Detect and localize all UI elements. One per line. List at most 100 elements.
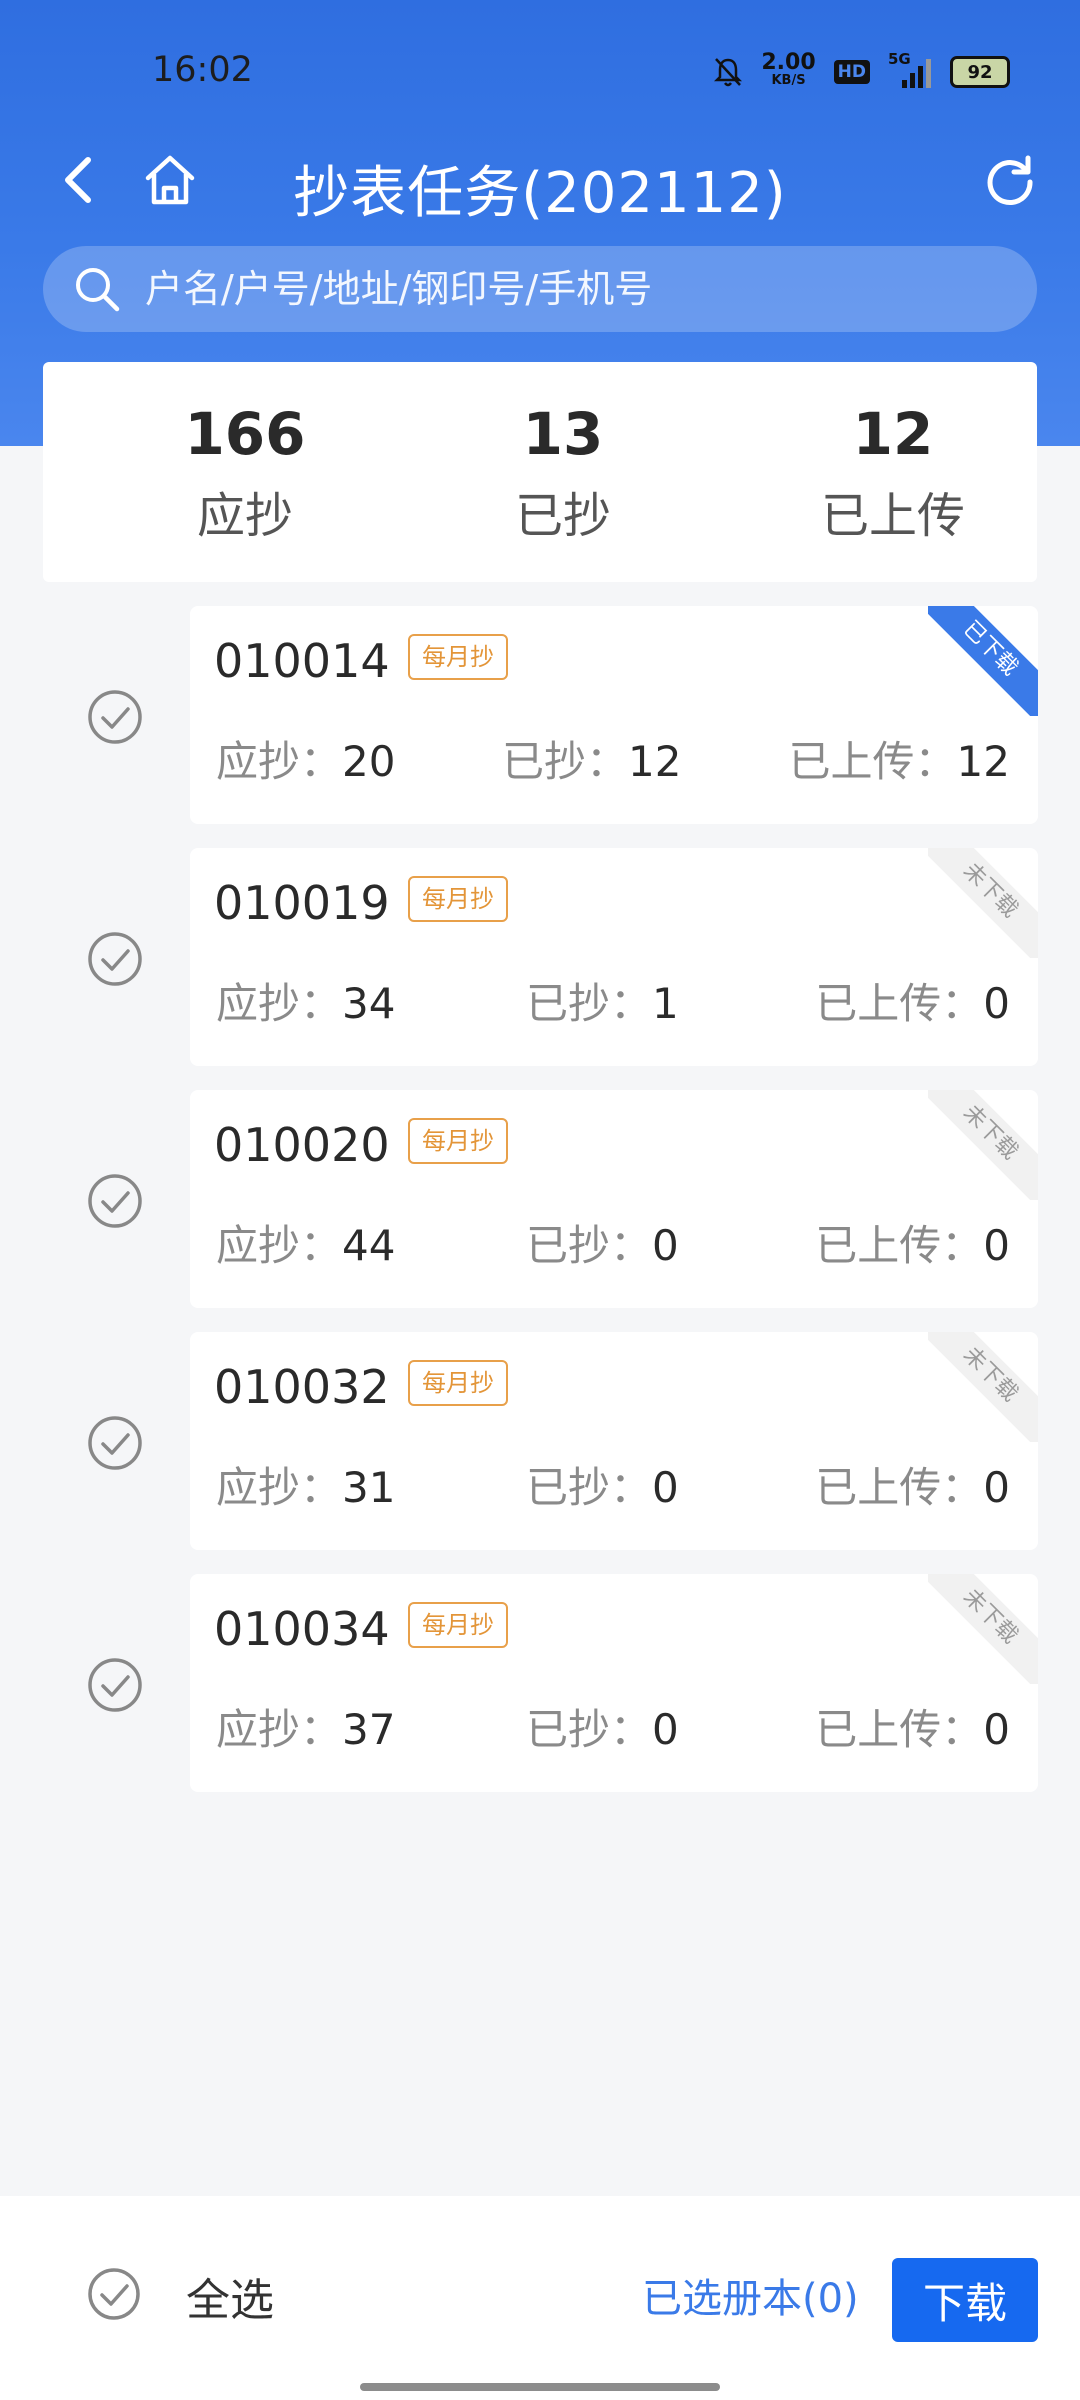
stat-label: 已抄： xyxy=(526,1221,653,1270)
book-card[interactable]: 010014 每月抄 应抄：20 已抄：12 已上传：12 已下载 xyxy=(190,606,1038,824)
summary-panel: 166 应抄 13 已抄 12 已上传 xyxy=(43,362,1037,582)
search-bar[interactable] xyxy=(43,246,1037,332)
list-item[interactable]: 010034 每月抄 应抄：37 已抄：0 已上传：0 未下载 xyxy=(0,1574,1080,1792)
download-status-text: 未下载 xyxy=(928,1332,1038,1442)
summary-should-read: 166 应抄 xyxy=(145,404,345,546)
check-circle-icon[interactable] xyxy=(86,930,144,988)
stat-should-read: 应抄：31 xyxy=(216,1454,395,1515)
mute-bell-icon xyxy=(714,58,743,87)
select-all-label[interactable]: 全选 xyxy=(186,2264,274,2328)
list-item[interactable]: 010019 每月抄 应抄：34 已抄：1 已上传：0 未下载 xyxy=(0,848,1080,1066)
stat-uploaded: 已上传：0 xyxy=(815,1454,1010,1515)
select-all-check-icon[interactable] xyxy=(86,2266,142,2322)
stat-label: 已抄： xyxy=(526,1705,653,1754)
check-circle-icon[interactable] xyxy=(86,1414,144,1472)
stat-read: 已抄：0 xyxy=(526,1454,679,1515)
stat-value: 0 xyxy=(652,1221,679,1270)
download-status-text: 已下载 xyxy=(928,606,1038,716)
stat-value: 31 xyxy=(342,1463,396,1512)
stat-label: 已抄： xyxy=(526,979,653,1028)
stat-uploaded: 已上传：0 xyxy=(815,970,1010,1031)
download-status-text: 未下载 xyxy=(928,1090,1038,1200)
download-status-ribbon: 未下载 xyxy=(928,1090,1038,1200)
stat-value: 0 xyxy=(983,979,1010,1028)
book-card[interactable]: 010020 每月抄 应抄：44 已抄：0 已上传：0 未下载 xyxy=(190,1090,1038,1308)
stat-should-read: 应抄：37 xyxy=(216,1696,395,1757)
frequency-tag: 每月抄 xyxy=(408,634,508,680)
stat-value: 0 xyxy=(983,1463,1010,1512)
book-card[interactable]: 010034 每月抄 应抄：37 已抄：0 已上传：0 未下载 xyxy=(190,1574,1038,1792)
frequency-tag: 每月抄 xyxy=(408,876,508,922)
hd-icon: HD xyxy=(833,60,870,84)
summary-value: 12 xyxy=(852,400,934,468)
status-time: 16:02 xyxy=(152,50,253,90)
net-speed-value: 2.00 xyxy=(761,50,816,75)
frequency-tag: 每月抄 xyxy=(408,1118,508,1164)
bottom-action-bar: 全选 已选册本(0) 下载 xyxy=(0,2196,1080,2400)
stat-label: 已抄： xyxy=(502,737,629,786)
check-circle-icon[interactable] xyxy=(86,1656,144,1714)
stat-label: 应抄： xyxy=(216,1463,343,1512)
page-title: 抄表任务(202112) xyxy=(293,161,787,226)
stat-value: 20 xyxy=(342,737,396,786)
stat-read: 已抄：0 xyxy=(526,1696,679,1757)
summary-label: 已抄 xyxy=(514,488,611,544)
list-item[interactable]: 010032 每月抄 应抄：31 已抄：0 已上传：0 未下载 xyxy=(0,1332,1080,1550)
stat-label: 已抄： xyxy=(526,1463,653,1512)
book-code: 010019 xyxy=(214,876,390,930)
stat-label: 已上传： xyxy=(815,1705,984,1754)
selected-books-link[interactable]: 已选册本(0) xyxy=(642,2266,859,2324)
stat-value: 1 xyxy=(652,979,679,1028)
stat-label: 已上传： xyxy=(788,737,957,786)
book-code: 010014 xyxy=(214,634,390,688)
stat-value: 34 xyxy=(342,979,396,1028)
summary-uploaded: 12 已上传 xyxy=(773,404,1013,546)
stat-read: 已抄：12 xyxy=(502,728,681,789)
stat-should-read: 应抄：34 xyxy=(216,970,395,1031)
stat-label: 应抄： xyxy=(216,1221,343,1270)
download-status-ribbon: 未下载 xyxy=(928,1332,1038,1442)
search-icon xyxy=(76,268,120,312)
download-status-ribbon: 未下载 xyxy=(928,848,1038,958)
stat-label: 已上传： xyxy=(815,1463,984,1512)
download-button[interactable]: 下载 xyxy=(892,2258,1038,2342)
refresh-icon[interactable] xyxy=(980,150,1040,210)
stat-value: 37 xyxy=(342,1705,396,1754)
stat-value: 12 xyxy=(956,737,1010,786)
stat-value: 0 xyxy=(652,1705,679,1754)
stat-value: 12 xyxy=(628,737,682,786)
list-item[interactable]: 010014 每月抄 应抄：20 已抄：12 已上传：12 已下载 xyxy=(0,606,1080,824)
summary-label: 已上传 xyxy=(820,488,965,544)
stat-label: 应抄： xyxy=(216,979,343,1028)
summary-value: 13 xyxy=(522,400,604,468)
stat-value: 0 xyxy=(983,1705,1010,1754)
book-code: 010034 xyxy=(214,1602,390,1656)
search-input[interactable] xyxy=(143,266,997,312)
book-card[interactable]: 010032 每月抄 应抄：31 已抄：0 已上传：0 未下载 xyxy=(190,1332,1038,1550)
book-card[interactable]: 010019 每月抄 应抄：34 已抄：1 已上传：0 未下载 xyxy=(190,848,1038,1066)
stat-should-read: 应抄：20 xyxy=(216,728,395,789)
net-speed: 2.00 KB/S xyxy=(761,50,816,90)
frequency-tag: 每月抄 xyxy=(408,1360,508,1406)
list-item[interactable]: 010020 每月抄 应抄：44 已抄：0 已上传：0 未下载 xyxy=(0,1090,1080,1308)
stat-value: 0 xyxy=(652,1463,679,1512)
stat-uploaded: 已上传：12 xyxy=(789,728,1010,789)
stat-uploaded: 已上传：0 xyxy=(815,1212,1010,1273)
book-code: 010020 xyxy=(214,1118,390,1172)
book-code: 010032 xyxy=(214,1360,390,1414)
net-speed-unit: KB/S xyxy=(771,73,806,88)
stat-label: 应抄： xyxy=(216,737,343,786)
download-status-text: 未下载 xyxy=(928,1574,1038,1684)
nav-bar: 抄表任务(202112) xyxy=(0,130,1080,230)
battery-icon: 92 xyxy=(950,56,1010,88)
stat-label: 应抄： xyxy=(216,1705,343,1754)
status-bar: 16:02 2.00 KB/S HD 5G 92 xyxy=(0,0,1080,140)
download-status-text: 未下载 xyxy=(928,848,1038,958)
stat-value: 0 xyxy=(983,1221,1010,1270)
check-circle-icon[interactable] xyxy=(86,688,144,746)
home-indicator[interactable] xyxy=(360,2383,720,2391)
stat-label: 已上传： xyxy=(815,1221,984,1270)
stat-read: 已抄：0 xyxy=(526,1212,679,1273)
check-circle-icon[interactable] xyxy=(86,1172,144,1230)
stat-value: 44 xyxy=(342,1221,396,1270)
